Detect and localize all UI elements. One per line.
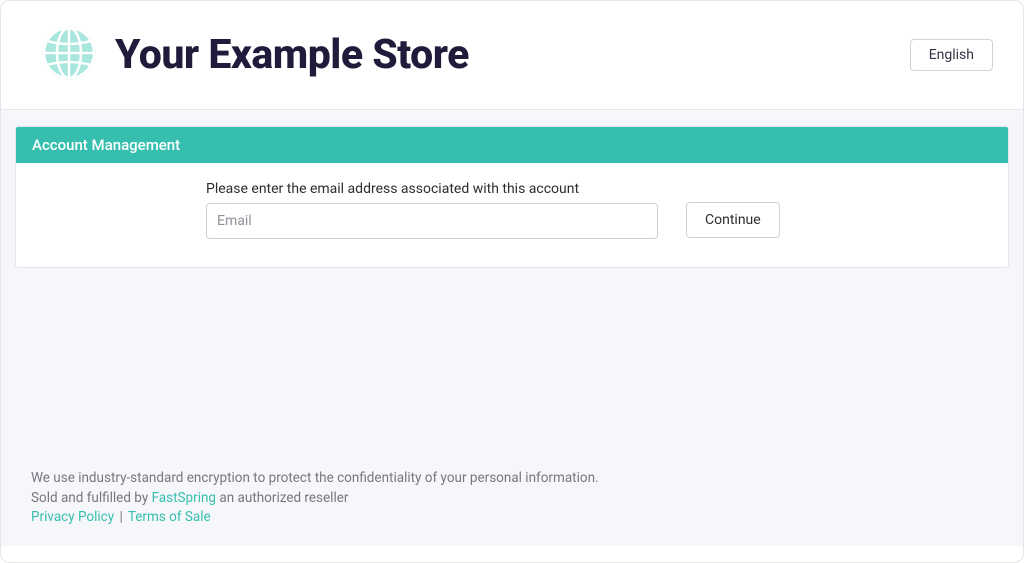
globe-icon <box>41 25 97 85</box>
email-form-left: Please enter the email address associate… <box>206 181 658 239</box>
panel-title: Account Management <box>16 127 1008 163</box>
email-form-row: Please enter the email address associate… <box>36 181 988 239</box>
footer: We use industry-standard encryption to p… <box>31 469 599 528</box>
footer-reseller-note: Sold and fulfilled by FastSpring an auth… <box>31 489 599 509</box>
continue-button[interactable]: Continue <box>686 202 780 238</box>
header: Your Example Store English <box>1 1 1023 109</box>
language-selector[interactable]: English <box>910 39 993 71</box>
footer-divider: | <box>117 509 124 525</box>
privacy-policy-link[interactable]: Privacy Policy <box>31 509 114 525</box>
footer-encryption-note: We use industry-standard encryption to p… <box>31 469 599 489</box>
brand: Your Example Store <box>41 25 469 85</box>
footer-reseller-suffix: an authorized reseller <box>216 490 348 506</box>
footer-links: Privacy Policy | Terms of Sale <box>31 508 599 528</box>
account-management-panel: Account Management Please enter the emai… <box>15 126 1009 268</box>
store-title: Your Example Store <box>115 31 469 79</box>
page-container: Your Example Store English Account Manag… <box>0 0 1024 563</box>
body-area: Account Management Please enter the emai… <box>1 110 1023 546</box>
fastspring-link[interactable]: FastSpring <box>152 490 216 506</box>
email-prompt: Please enter the email address associate… <box>206 181 658 197</box>
panel-body: Please enter the email address associate… <box>16 163 1008 267</box>
terms-of-sale-link[interactable]: Terms of Sale <box>128 509 211 525</box>
footer-reseller-prefix: Sold and fulfilled by <box>31 490 152 506</box>
email-field[interactable] <box>206 203 658 239</box>
